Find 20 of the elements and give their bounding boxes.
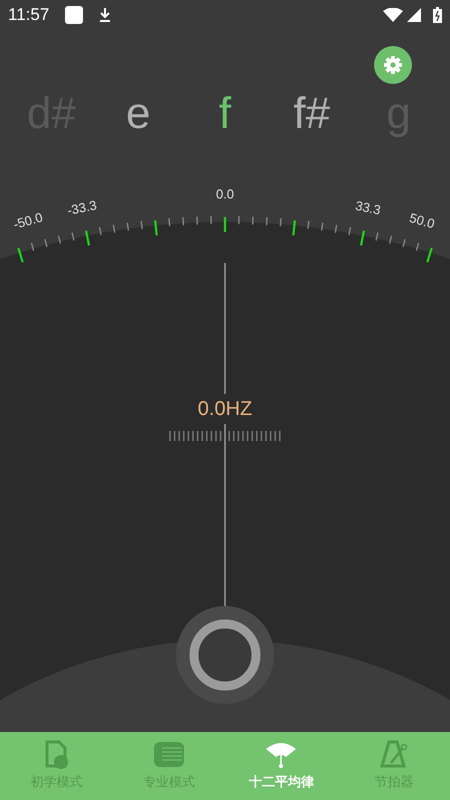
nav-tab[interactable]: 十二平均律 <box>225 732 338 800</box>
note-name: f# <box>292 88 332 140</box>
download-icon <box>99 7 112 23</box>
settings-icon <box>383 55 403 75</box>
scale-label: 0.0 <box>216 185 234 204</box>
scale-label: -50.0 <box>11 208 46 234</box>
status-time: 11:57 <box>8 4 50 26</box>
keyboard-icon <box>152 739 186 769</box>
note-name: f <box>218 88 232 140</box>
frequency-reading: 0.0HZ <box>196 394 254 424</box>
settings-button[interactable] <box>374 46 412 84</box>
notification-icon <box>65 6 84 24</box>
scale-label: 33.3 <box>354 197 383 220</box>
scale-label: -33.3 <box>65 196 98 220</box>
battery-icon <box>433 7 442 23</box>
note-name: e <box>124 88 152 140</box>
wifi-icon <box>383 8 403 22</box>
scale-label: 50.0 <box>406 209 437 234</box>
signal-icon <box>407 8 421 22</box>
tuning-knob[interactable] <box>176 606 274 704</box>
